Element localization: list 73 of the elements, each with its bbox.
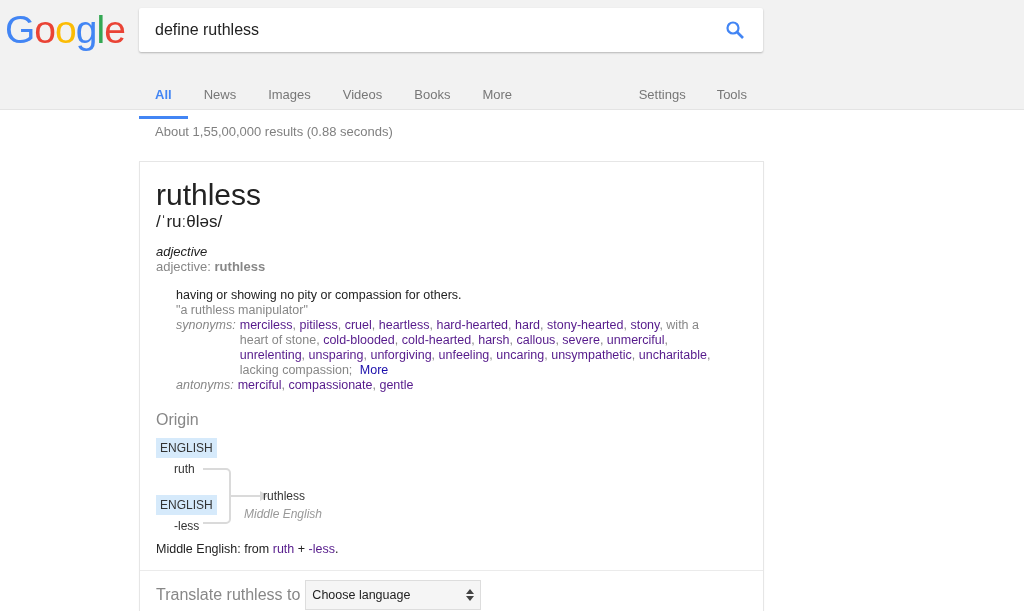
language-tag: ENGLISH [156,495,217,515]
separator: , [555,333,559,347]
nav-tab[interactable]: More [466,75,529,119]
example-text: "a ruthless manipulator" [176,303,309,318]
separator: , [544,348,548,362]
separator: , [509,333,513,347]
search-field[interactable]: define ruthless [139,8,763,52]
logo[interactable]: Google [5,8,127,52]
synonym-link[interactable]: pitiless [299,318,338,332]
nav-link[interactable]: Settings [623,75,702,119]
synonym-link[interactable]: unmerciful [606,333,665,347]
synonym-link[interactable]: cold-blooded [323,333,395,347]
separator: , [659,318,663,332]
antonyms-label: antonyms: [176,378,234,393]
antonym-link[interactable]: gentle [379,378,414,392]
synonym-link[interactable]: hard-hearted [436,318,509,332]
part-of-speech: adjective [155,244,209,259]
separator: , [363,348,367,362]
word-forms: adjective: ruthless [155,259,267,274]
definition-text: having or showing no pity or compassion for others. [176,288,463,303]
separator: , [664,333,668,347]
nav-tab[interactable]: News [187,75,253,119]
pronunciation: /ˈruːθləs/ [155,212,224,232]
separator: , [631,348,636,362]
separator: , [301,348,306,362]
language-select[interactable]: Choose language [305,580,482,610]
separator: , [599,333,604,347]
separator: , [471,333,475,347]
separator: , [429,318,433,332]
separator: , [281,378,285,392]
root-word: ruth [174,462,195,476]
separator: , [292,318,297,332]
separator: , [508,318,512,332]
updown-icon [466,589,475,601]
nav-tab[interactable]: Videos [326,75,399,119]
root-word: -less [174,519,200,533]
origin-heading: Origin [155,411,200,429]
separator: , [623,318,627,332]
separator: , [372,378,376,392]
synonym-link[interactable]: heartless [378,318,430,332]
synonym-link[interactable]: unsympathetic [551,348,632,362]
more-link[interactable]: More [359,363,389,377]
result-stats: About 1,55,00,000 results (0.88 seconds) [154,123,394,141]
nav-link[interactable]: Tools [701,75,763,119]
language-tag: ENGLISH [156,438,217,458]
etymology-link[interactable]: ruth [272,542,295,556]
synonym-link[interactable]: unforgiving [370,348,432,362]
synonym-link[interactable]: unrelenting [239,348,302,362]
result-language: Middle English [244,507,323,521]
synonym-text: with a [666,318,699,332]
synonym-link[interactable]: merciless [239,318,293,332]
result-word: ruthless [263,489,306,503]
synonym-link[interactable]: cruel [344,318,372,332]
separator: , [431,348,436,362]
headword: ruthless [155,178,263,212]
separator: , [540,318,544,332]
synonym-link[interactable]: severe [562,333,600,347]
synonym-link[interactable]: uncharitable [638,348,707,362]
search-icon[interactable] [725,20,745,40]
separator: , [394,333,399,347]
etymology-link[interactable]: -less [308,542,335,556]
separator: , [337,318,342,332]
synonym-text: lacking compassion; [239,363,353,377]
separator: , [706,348,711,362]
nav-tab[interactable]: Images [252,75,327,119]
separator: , [316,333,320,347]
separator: , [489,348,493,362]
synonyms-label: synonyms: [176,318,236,334]
translate-label: Translate ruthless to [156,586,301,604]
etymology-text: Middle English: from ruth + -less. [155,542,340,558]
synonym-link[interactable]: hard [515,318,541,332]
separator: , [371,318,376,332]
nav-tab[interactable]: Books [398,75,467,119]
